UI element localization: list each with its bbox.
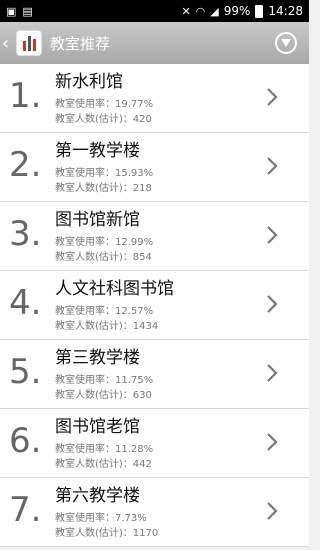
list-item[interactable]: 1. 新水利馆 教室使用率：19.77% 教室人数(估计)：420 xyxy=(0,64,309,133)
people-count: 教室人数(估计)：1434 xyxy=(55,321,159,332)
building-name: 新水利馆 xyxy=(55,72,123,92)
list-item[interactable]: 2. 第一教学楼 教室使用率：15.93% 教室人数(估计)：218 xyxy=(0,133,309,202)
building-name: 图书馆新馆 xyxy=(55,210,140,230)
building-name: 第六教学楼 xyxy=(55,486,140,506)
notification-icon: ▤ xyxy=(22,4,33,18)
usage-rate: 教室使用率：12.99% xyxy=(55,237,154,248)
rank-number: 2. xyxy=(9,145,42,185)
building-name: 人文社科图书馆 xyxy=(55,279,174,299)
chevron-right-icon xyxy=(267,502,278,520)
chevron-right-icon xyxy=(267,88,278,106)
usage-rate: 教室使用率：7.73% xyxy=(55,513,147,524)
battery-icon xyxy=(255,4,264,18)
page-title: 教室推荐 xyxy=(50,34,111,53)
people-count: 教室人数(估计)：442 xyxy=(55,459,152,470)
rank-number: 3. xyxy=(9,214,42,254)
list-item[interactable]: 3. 图书馆新馆 教室使用率：12.99% 教室人数(估计)：854 xyxy=(0,202,309,271)
usage-rate: 教室使用率：11.28% xyxy=(55,444,154,455)
signal-icon: ◢ xyxy=(210,4,219,18)
image-icon: ▣ xyxy=(6,4,17,18)
chevron-right-icon xyxy=(267,157,278,175)
dropdown-menu-icon[interactable] xyxy=(275,32,297,54)
classroom-list: 1. 新水利馆 教室使用率：19.77% 教室人数(估计)：420 2. 第一教… xyxy=(0,64,309,547)
people-count: 教室人数(估计)：854 xyxy=(55,252,152,263)
list-item[interactable]: 4. 人文社科图书馆 教室使用率：12.57% 教室人数(估计)：1434 xyxy=(0,271,309,340)
people-count: 教室人数(估计)：218 xyxy=(55,183,152,194)
building-name: 图书馆老馆 xyxy=(55,417,140,437)
chevron-right-icon xyxy=(267,295,278,313)
chevron-right-icon xyxy=(267,364,278,382)
usage-rate: 教室使用率：15.93% xyxy=(55,168,154,179)
list-item[interactable]: 5. 第三教学楼 教室使用率：11.75% 教室人数(估计)：630 xyxy=(0,340,309,409)
rank-number: 7. xyxy=(9,490,42,530)
chevron-right-icon xyxy=(267,226,278,244)
list-item[interactable]: 7. 第六教学楼 教室使用率：7.73% 教室人数(估计)：1170 xyxy=(0,478,309,547)
usage-rate: 教室使用率：11.75% xyxy=(55,375,154,386)
status-bar: ▣ ▤ ✕ ◠ ◢ 99% 14:28 xyxy=(0,0,309,22)
list-item[interactable]: 6. 图书馆老馆 教室使用率：11.28% 教室人数(估计)：442 xyxy=(0,409,309,478)
app-bar: ‹ 教室推荐 xyxy=(0,22,309,64)
building-name: 第三教学楼 xyxy=(55,348,140,368)
back-arrow-icon[interactable]: ‹ xyxy=(2,33,12,54)
clock: 14:28 xyxy=(268,4,303,18)
chevron-right-icon xyxy=(267,433,278,451)
battery-percent: 99% xyxy=(223,4,251,18)
people-count: 教室人数(估计)：420 xyxy=(55,114,152,125)
wifi-icon: ◠ xyxy=(195,4,206,18)
rank-number: 4. xyxy=(9,283,42,323)
people-count: 教室人数(估计)：630 xyxy=(55,390,152,401)
rank-number: 1. xyxy=(9,76,42,116)
usage-rate: 教室使用率：19.77% xyxy=(55,99,154,110)
rank-number: 5. xyxy=(9,352,42,392)
mute-icon: ✕ xyxy=(181,4,191,18)
usage-rate: 教室使用率：12.57% xyxy=(55,306,154,317)
people-count: 教室人数(估计)：1170 xyxy=(55,528,159,539)
app-logo-icon[interactable] xyxy=(16,30,42,56)
rank-number: 6. xyxy=(9,421,42,461)
building-name: 第一教学楼 xyxy=(55,141,140,161)
